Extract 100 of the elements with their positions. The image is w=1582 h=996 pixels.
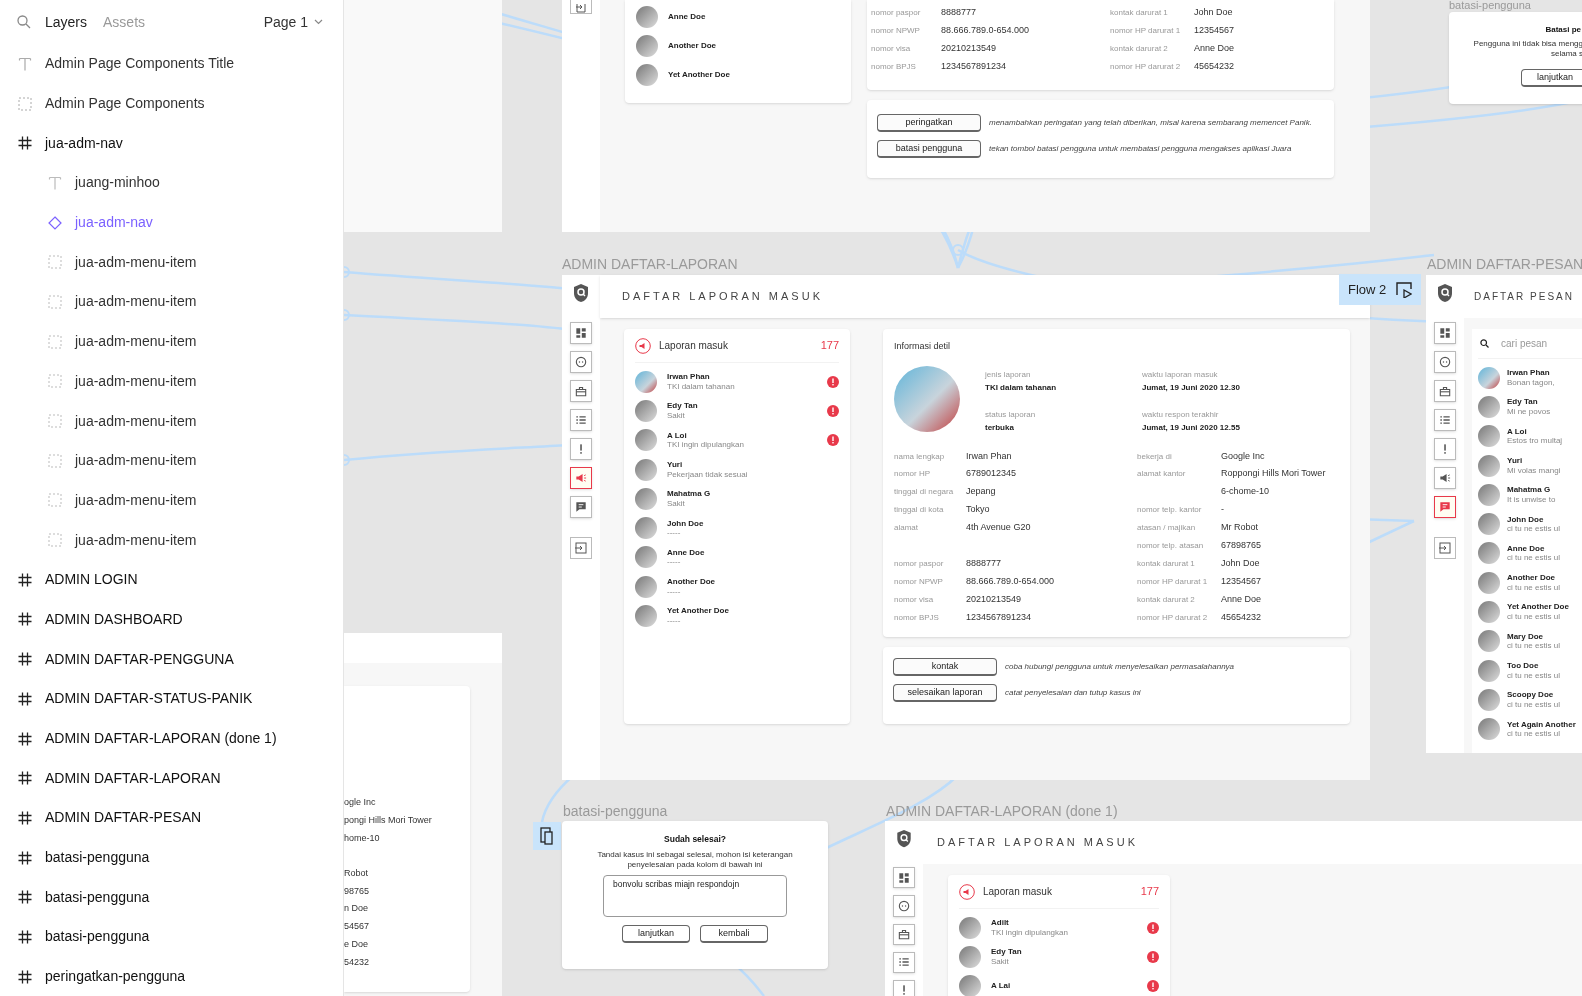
- report-row[interactable]: Edy Tan Sakit: [959, 942, 1159, 972]
- dashed-frame-icon: [48, 374, 62, 389]
- message-row[interactable]: John Doe ci tu ne estis ul: [1478, 509, 1582, 539]
- nav-button[interactable]: [1434, 438, 1456, 460]
- layer-row[interactable]: ADMIN DAFTAR-PENGGUNA: [0, 639, 343, 679]
- answer-box[interactable]: bonvolu scribas miajn respondojn: [603, 874, 787, 917]
- report-row[interactable]: Another Doe: [636, 31, 840, 60]
- logout-button[interactable]: [1434, 537, 1456, 559]
- layer-row[interactable]: jua-adm-menu-item: [0, 520, 343, 560]
- report-row[interactable]: Irwan Phan TKI dalam tahanan: [635, 367, 839, 397]
- frame-label: batasi-pengguna: [1449, 0, 1531, 11]
- page-dropdown[interactable]: Page 1: [263, 11, 323, 33]
- message-row[interactable]: Yet Again Another ci tu ne estis ul: [1478, 714, 1582, 744]
- message-row[interactable]: Scoopy Doe ci tu ne estis ul: [1478, 685, 1582, 715]
- layer-row[interactable]: batasi-pengguna: [0, 837, 343, 878]
- nav-button[interactable]: [570, 322, 592, 344]
- report-row[interactable]: Another Doe -----: [635, 572, 839, 602]
- nav-button[interactable]: [893, 951, 915, 973]
- message-row[interactable]: Yuri Mi volas mangi: [1478, 450, 1582, 481]
- report-row[interactable]: John Doe -----: [635, 513, 839, 543]
- report-row[interactable]: Yet Another Doe: [636, 60, 840, 89]
- report-subtitle: Sakit: [667, 410, 686, 421]
- nav-button[interactable]: [893, 867, 915, 889]
- report-row[interactable]: Mahatma G Sakit: [635, 484, 839, 514]
- nav-button[interactable]: [893, 895, 915, 917]
- nav-button[interactable]: [570, 409, 592, 431]
- nav-button[interactable]: [570, 351, 592, 373]
- layer-row[interactable]: ADMIN DAFTAR-LAPORAN (done 1): [0, 718, 343, 759]
- layer-row[interactable]: ADMIN DAFTAR-STATUS-PANIK: [0, 679, 343, 719]
- layer-row[interactable]: jua-adm-menu-item: [0, 282, 343, 322]
- layer-row[interactable]: batasi-pengguna: [0, 917, 343, 957]
- nav-button[interactable]: [893, 979, 915, 996]
- person-name: Irwan Phan: [1507, 368, 1551, 378]
- layer-row[interactable]: jua-adm-nav: [0, 202, 343, 243]
- message-row[interactable]: Anne Doe ci tu ne estis ul: [1478, 538, 1582, 569]
- logout-button[interactable]: [570, 537, 592, 559]
- nav-button[interactable]: [1434, 322, 1456, 344]
- message-row[interactable]: Mary Doe ci tu ne estis ul: [1478, 626, 1582, 656]
- nav-button[interactable]: [570, 496, 592, 518]
- person-name: Anne Doe: [668, 10, 706, 23]
- message-row[interactable]: Yet Another Doe ci tu ne estis ul: [1478, 597, 1582, 627]
- action-button[interactable]: selesaikan laporan: [893, 684, 997, 702]
- nav-button[interactable]: [570, 438, 592, 460]
- message-row[interactable]: Another Doe ci tu ne estis ul: [1478, 568, 1582, 598]
- layer-row[interactable]: jua-adm-menu-item: [0, 361, 343, 402]
- layer-row[interactable]: ADMIN DAFTAR-PESAN: [0, 798, 343, 838]
- layer-row[interactable]: jua-adm-menu-item: [0, 242, 343, 283]
- report-row[interactable]: Anne Doe -----: [635, 542, 839, 573]
- layer-row[interactable]: Admin Page Components: [0, 83, 343, 124]
- layer-row[interactable]: ADMIN DASHBOARD: [0, 599, 343, 640]
- message-row[interactable]: Edy Tan Mi ne povos: [1478, 392, 1582, 422]
- layer-row[interactable]: ADMIN DAFTAR-LAPORAN: [0, 758, 343, 799]
- flow-badge[interactable]: Flow 2: [1339, 274, 1422, 305]
- layer-row[interactable]: jua-adm-menu-item: [0, 440, 343, 481]
- action-note: catat penyelesaian dan tutup kasus ini: [1005, 687, 1141, 699]
- message-row[interactable]: Too Doe ci tu ne estis ul: [1478, 655, 1582, 686]
- action-button[interactable]: kontak: [893, 658, 997, 676]
- layer-row[interactable]: Admin Page Components Title: [0, 44, 343, 84]
- nav-button[interactable]: [1434, 380, 1456, 402]
- frame-label: ADMIN DAFTAR-LAPORAN: [562, 255, 738, 274]
- layer-row[interactable]: jua-adm-menu-item: [0, 321, 343, 362]
- nav-button[interactable]: [570, 380, 592, 402]
- nav-button[interactable]: [893, 923, 915, 945]
- report-row[interactable]: Anne Doe: [636, 2, 840, 31]
- report-subtitle: Pekerjaan tidak sesuai: [667, 469, 749, 480]
- search-field[interactable]: cari pesan: [1501, 336, 1561, 351]
- message-row[interactable]: Mahatma G It is unwise to: [1478, 480, 1582, 510]
- layer-row[interactable]: batasi-pengguna: [0, 877, 343, 918]
- nav-button[interactable]: [570, 467, 592, 489]
- report-row[interactable]: Adilt TKI ingin dipulangkan: [959, 913, 1159, 943]
- logout-button[interactable]: [570, 0, 592, 14]
- nav-button[interactable]: [1434, 496, 1456, 518]
- dialog-button[interactable]: lanjutkan: [622, 924, 690, 943]
- message-row[interactable]: Irwan Phan Bonan tagon,: [1478, 363, 1582, 393]
- layer-row[interactable]: jua-adm-menu-item: [0, 480, 343, 521]
- dashed-frame-icon: [48, 533, 62, 548]
- action-button[interactable]: peringatkan: [877, 114, 981, 132]
- action-button[interactable]: batasi pengguna: [877, 140, 981, 158]
- nav-button[interactable]: [1434, 409, 1456, 431]
- report-row[interactable]: A Lai: [959, 971, 1159, 996]
- nav-button[interactable]: [1434, 467, 1456, 489]
- layer-row[interactable]: jua-adm-menu-item: [0, 401, 343, 441]
- layer-row[interactable]: ADMIN LOGIN: [0, 559, 343, 600]
- message-preview: It is unwise to: [1507, 494, 1556, 505]
- report-row[interactable]: Edy Tan Sakit: [635, 396, 839, 426]
- layers-tab[interactable]: Layers: [43, 11, 90, 33]
- report-row[interactable]: A Loi TKI ingin dipulangkan: [635, 425, 839, 455]
- report-row[interactable]: Yet Another Doe -----: [635, 601, 839, 631]
- message-row[interactable]: A Loi Estos tro multaj: [1478, 421, 1582, 451]
- avatar: [636, 63, 658, 86]
- layer-row[interactable]: juang-minhoo: [0, 163, 343, 203]
- layer-row[interactable]: jua-adm-nav: [0, 123, 343, 164]
- layer-row[interactable]: peringatkan-pengguna: [0, 956, 343, 996]
- report-row[interactable]: Yuri Pekerjaan tidak sesuai: [635, 454, 839, 485]
- face-icon: [897, 898, 911, 913]
- dialog-button[interactable]: kembali: [700, 924, 768, 943]
- nav-button[interactable]: [1434, 351, 1456, 373]
- dialog-button[interactable]: lanjutkan: [1521, 68, 1582, 87]
- field-label: nomor NPWP: [871, 24, 921, 37]
- frame-label: batasi-pengguna: [563, 802, 668, 821]
